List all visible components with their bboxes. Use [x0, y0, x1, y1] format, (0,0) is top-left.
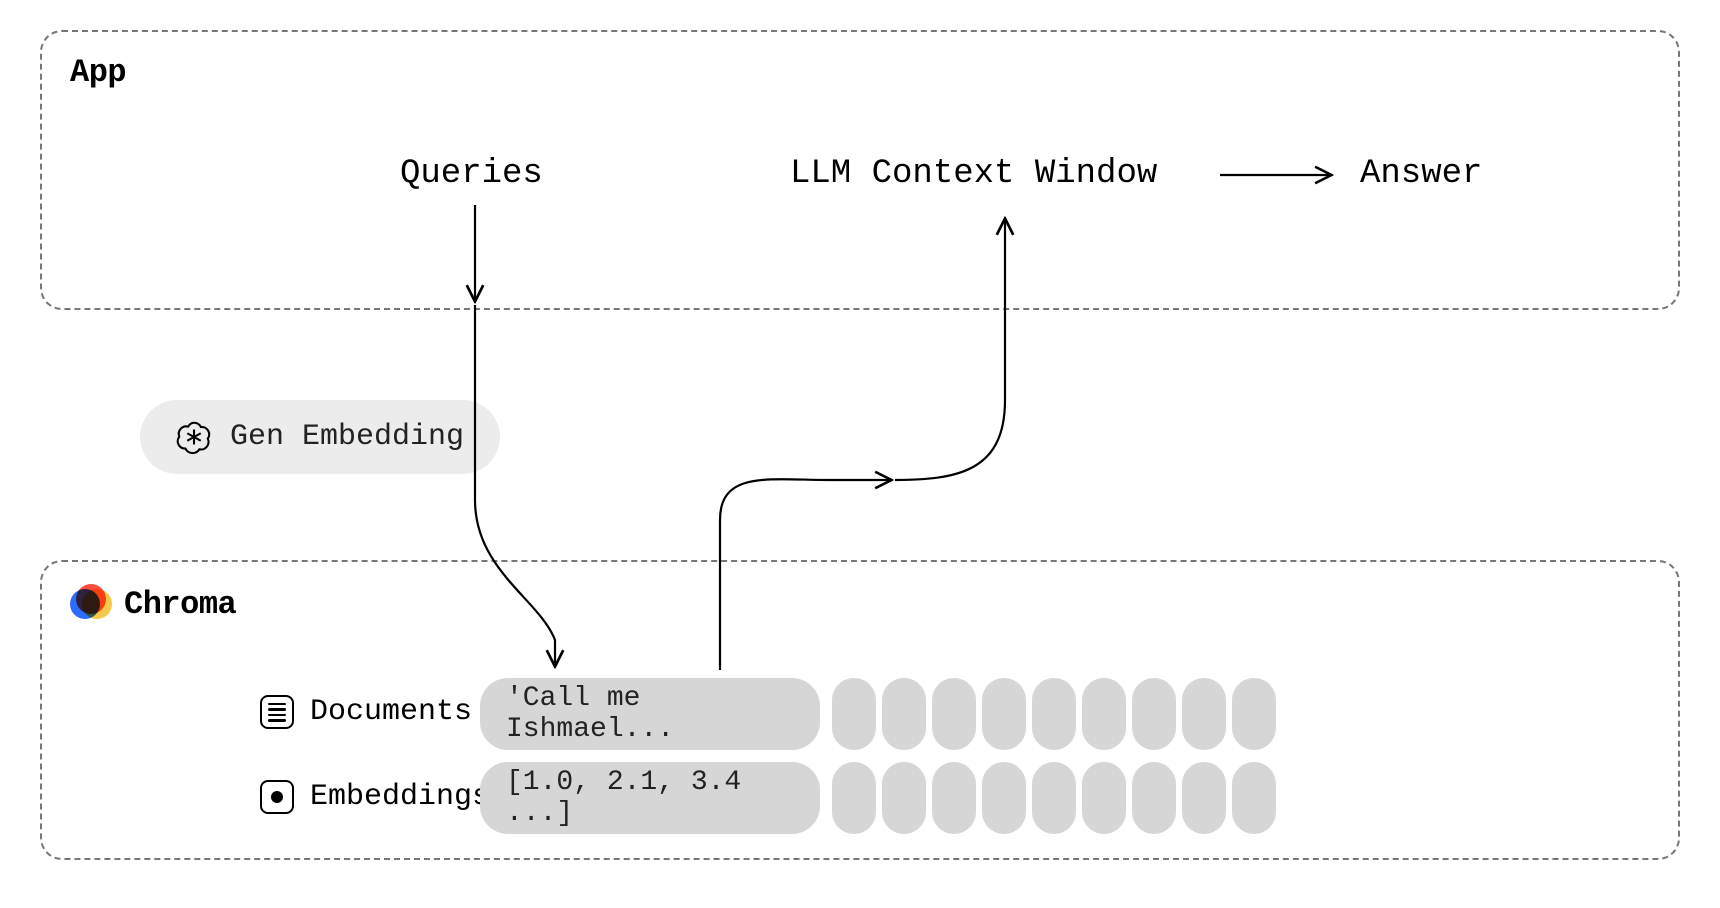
documents-label-text: Documents [310, 695, 472, 729]
chroma-logo-icon [70, 584, 110, 624]
data-column-doc [882, 678, 926, 750]
data-column-doc [1082, 678, 1126, 750]
data-column-doc [832, 678, 876, 750]
data-column-emb [1032, 762, 1076, 834]
data-column-emb [982, 762, 1026, 834]
llm-context-label: LLM Context Window [790, 155, 1157, 193]
diagram-canvas: App Queries LLM Context Window Answer Ge… [0, 0, 1720, 908]
gen-embedding-node: Gen Embedding [140, 400, 500, 474]
embedding-sample-cell: [1.0, 2.1, 3.4 ...] [480, 762, 820, 834]
data-column-doc [982, 678, 1026, 750]
app-title-text: App [70, 54, 126, 91]
data-column-emb [1132, 762, 1176, 834]
data-column-doc [932, 678, 976, 750]
data-column-doc [1132, 678, 1176, 750]
document-sample-cell: 'Call me Ishmael... [480, 678, 820, 750]
embeddings-row-label: Embeddings [260, 780, 490, 814]
data-column-emb [1182, 762, 1226, 834]
embedding-sample-text: [1.0, 2.1, 3.4 ...] [506, 767, 794, 829]
data-column-doc [1182, 678, 1226, 750]
data-column-doc [1232, 678, 1276, 750]
data-column-emb [932, 762, 976, 834]
answer-label: Answer [1360, 155, 1482, 193]
gen-embedding-label: Gen Embedding [230, 420, 464, 454]
embeddings-label-text: Embeddings [310, 780, 490, 814]
chroma-title-text: Chroma [124, 586, 236, 623]
data-column-emb [1082, 762, 1126, 834]
openai-icon [176, 419, 212, 455]
data-column-emb [832, 762, 876, 834]
document-icon [260, 695, 294, 729]
app-title: App [70, 54, 126, 91]
embedding-icon [260, 780, 294, 814]
chroma-title: Chroma [70, 584, 236, 624]
documents-row-label: Documents [260, 695, 472, 729]
data-column-doc [1032, 678, 1076, 750]
data-column-emb [1232, 762, 1276, 834]
document-sample-text: 'Call me Ishmael... [506, 683, 794, 745]
queries-label: Queries [400, 155, 543, 193]
data-column-emb [882, 762, 926, 834]
